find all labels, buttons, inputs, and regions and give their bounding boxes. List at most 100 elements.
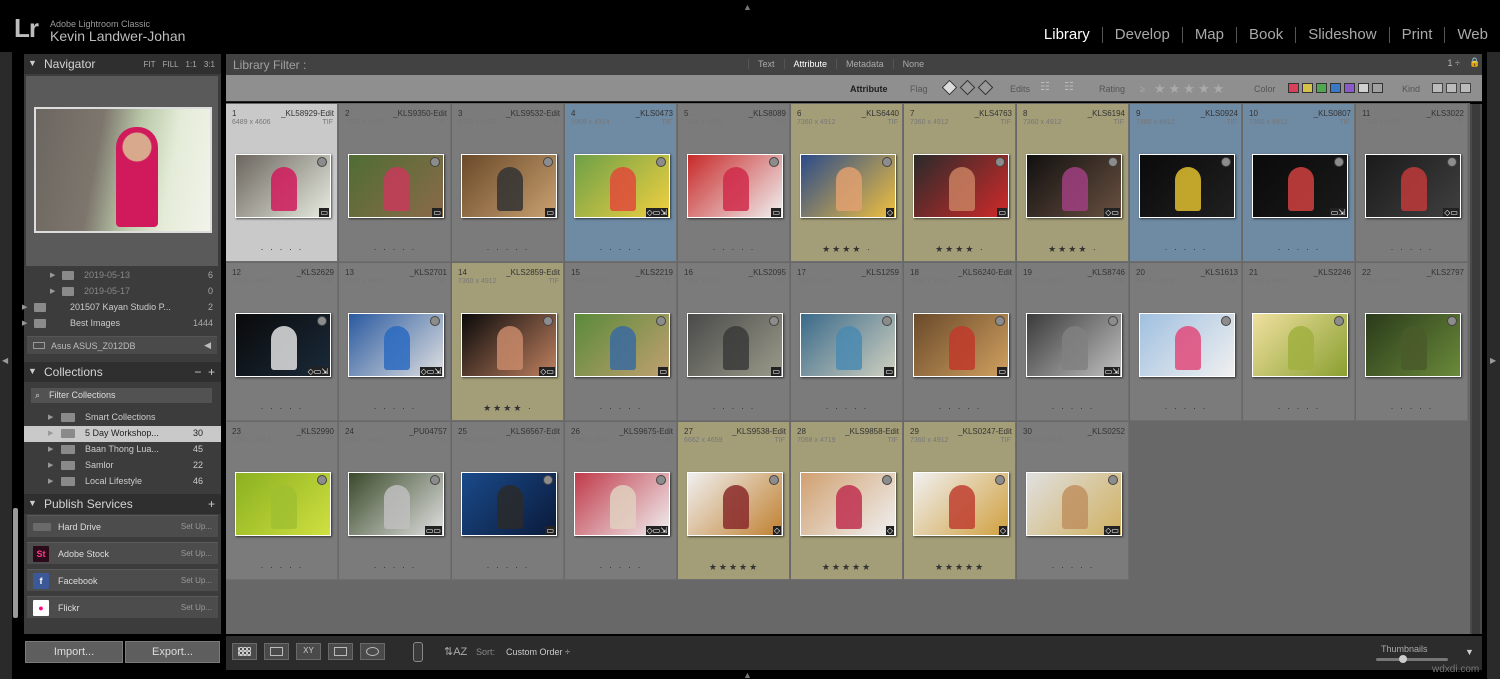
thumbnail-badges-icon[interactable]: ◇ xyxy=(773,526,781,535)
grid-cell[interactable]: 15_KLS22197360 x 4912TIF▭· · · · · xyxy=(565,263,677,421)
quick-collection-dot-icon[interactable] xyxy=(430,157,440,167)
grid-cell[interactable]: 27_KLS9538-Edit6662 x 4659TIF◇★★★★★ xyxy=(678,422,790,580)
thumbnail-badges-icon[interactable]: ▭⇲ xyxy=(1330,208,1346,217)
collection-row[interactable]: ▶Smart Collections xyxy=(24,410,221,426)
collection-row[interactable]: ▶Samlor22 xyxy=(24,458,221,474)
quick-collection-dot-icon[interactable] xyxy=(995,475,1005,485)
sort-direction-icon[interactable]: ⇅AZ xyxy=(444,645,467,658)
left-panel-edge[interactable]: ◀ xyxy=(0,52,12,679)
quick-collection-dot-icon[interactable] xyxy=(430,475,440,485)
publish-services-header[interactable]: ▼ Publish Services + xyxy=(24,494,221,514)
quick-collection-dot-icon[interactable] xyxy=(1221,316,1231,326)
quick-collection-dot-icon[interactable] xyxy=(1447,157,1457,167)
folder-row[interactable]: ▶2019-05-136 xyxy=(24,268,221,284)
disclosure-triangle-icon[interactable]: ▶ xyxy=(22,303,27,311)
disclosure-triangle-icon[interactable]: ▶ xyxy=(48,413,53,421)
rating-stars-filter[interactable]: ★★★★★ xyxy=(1154,81,1227,97)
collapse-triangle-icon[interactable]: ▼ xyxy=(28,58,37,68)
module-web[interactable]: Web xyxy=(1445,26,1500,43)
thumbnail-badges-icon[interactable]: ▭ xyxy=(771,367,781,376)
quick-collection-dot-icon[interactable] xyxy=(1108,316,1118,326)
star-rating[interactable]: · · · · · xyxy=(226,403,338,413)
grid-cell[interactable]: 3_KLS9532-Edit6030 x 4539TIF▭· · · · · xyxy=(452,104,564,262)
star-rating[interactable]: · · · · · xyxy=(565,562,677,572)
collection-row[interactable]: ▶Baan Thong Lua...45 xyxy=(24,442,221,458)
right-panel-toggle-icon[interactable]: ▶ xyxy=(1490,356,1496,365)
grid-cell[interactable]: 4_KLS04735909 x 4314TIF◇▭⇲· · · · · xyxy=(565,104,677,262)
publish-service-flickr[interactable]: ●FlickrSet Up... xyxy=(27,596,218,618)
quick-collection-dot-icon[interactable] xyxy=(995,157,1005,167)
grid-cell[interactable]: 8_KLS61947360 x 4912TIF◇▭★★★★ · xyxy=(1017,104,1129,262)
grid-cell[interactable]: 10_KLS08077360 x 4912TIF▭⇲· · · · · xyxy=(1243,104,1355,262)
filmstrip-toggle-icon[interactable]: ▲ xyxy=(743,670,752,679)
folder-row[interactable]: ▶Best Images1444 xyxy=(24,316,221,332)
thumbnail-badges-icon[interactable]: ◇▭ xyxy=(1104,208,1120,217)
kind-video-icon[interactable] xyxy=(1460,83,1471,93)
color-swatch[interactable] xyxy=(1372,83,1383,93)
thumbnail-badges-icon[interactable]: ▭ xyxy=(319,208,329,217)
star-rating[interactable]: · · · · · xyxy=(452,562,564,572)
quick-collection-dot-icon[interactable] xyxy=(543,316,553,326)
quick-collection-dot-icon[interactable] xyxy=(769,475,779,485)
quick-collection-dot-icon[interactable] xyxy=(656,475,666,485)
grid-cell[interactable]: 25_KLS6567-Edit7360 x 4912TIF▭· · · · · xyxy=(452,422,564,580)
filter-preset-menu[interactable]: 1 ÷ xyxy=(1448,58,1460,68)
export-button[interactable]: Export... xyxy=(125,641,220,663)
publish-setup-link[interactable]: Set Up... xyxy=(181,576,212,585)
quick-collection-dot-icon[interactable] xyxy=(656,316,666,326)
grid-cell[interactable]: 26_KLS9675-Edit7360 x 4912TIF◇▭⇲· · · · … xyxy=(565,422,677,580)
grid-cell[interactable]: 17_KLS12597360 x 4912TIF▭· · · · · xyxy=(791,263,903,421)
publish-setup-link[interactable]: Set Up... xyxy=(181,549,212,558)
publish-setup-link[interactable]: Set Up... xyxy=(181,522,212,531)
collections-add-remove-icon[interactable]: − + xyxy=(194,365,215,379)
star-rating[interactable]: · · · · · xyxy=(226,244,338,254)
module-book[interactable]: Book xyxy=(1237,26,1295,43)
quick-collection-dot-icon[interactable] xyxy=(1221,157,1231,167)
thumbnail-size-slider-knob[interactable] xyxy=(1399,655,1407,663)
star-rating[interactable]: · · · · · xyxy=(1356,244,1468,254)
quick-collection-dot-icon[interactable] xyxy=(430,316,440,326)
quick-collection-dot-icon[interactable] xyxy=(769,157,779,167)
disclosure-triangle-icon[interactable]: ▶ xyxy=(50,287,55,295)
grid-cell[interactable]: 24_PU047577360 x 4912TIF▭▭· · · · · xyxy=(339,422,451,580)
volume-row[interactable]: Asus ASUS_Z012DB ◀ xyxy=(27,336,217,354)
disclosure-triangle-icon[interactable]: ▶ xyxy=(48,445,53,453)
quick-collection-dot-icon[interactable] xyxy=(882,475,892,485)
star-rating[interactable]: · · · · · xyxy=(678,403,790,413)
star-rating[interactable]: · · · · · xyxy=(226,562,338,572)
grid-cell[interactable]: 1_KL58929-Edit6489 x 4606TIF▭· · · · · xyxy=(226,104,338,262)
star-rating[interactable]: · · · · · xyxy=(339,403,451,413)
grid-view-button[interactable] xyxy=(232,643,257,660)
quick-collection-dot-icon[interactable] xyxy=(1334,316,1344,326)
color-swatch[interactable] xyxy=(1316,83,1327,93)
people-view-button[interactable] xyxy=(360,643,385,660)
navigator-header[interactable]: ▼ Navigator FIT FILL 1:1 3:1 xyxy=(24,54,221,74)
rating-operator[interactable]: ≥ xyxy=(1140,84,1145,94)
publish-service-facebook[interactable]: fFacebookSet Up... xyxy=(27,569,218,591)
thumbnail-badges-icon[interactable]: ◇▭⇲ xyxy=(646,526,668,535)
star-rating[interactable]: ★★★★ · xyxy=(791,244,903,255)
compare-view-button[interactable]: XY xyxy=(296,643,321,660)
thumbnail-size-slider[interactable] xyxy=(1376,658,1448,661)
import-button[interactable]: Import... xyxy=(25,641,123,663)
color-swatch[interactable] xyxy=(1344,83,1355,93)
collapse-triangle-icon[interactable]: ▼ xyxy=(28,498,37,508)
grid-cell[interactable]: 23_KLS29907360 x 4912TIF· · · · · xyxy=(226,422,338,580)
lock-icon[interactable]: 🔒 xyxy=(1469,57,1478,69)
toolbar-menu-icon[interactable]: ▼ xyxy=(1465,647,1474,657)
grid-cell[interactable]: 18_KLS6240-Edit6054 x 4536TIF▭· · · · · xyxy=(904,263,1016,421)
add-publish-service-icon[interactable]: + xyxy=(208,497,215,511)
grid-cell[interactable]: 28_KLS9858-Edit7068 x 4719TIF◇★★★★★ xyxy=(791,422,903,580)
grid-cell[interactable]: 11_KLS30227360 x 4912TIF◇▭· · · · · xyxy=(1356,104,1468,262)
collection-row[interactable]: ▶5 Day Workshop...30 xyxy=(24,426,221,442)
quick-collection-dot-icon[interactable] xyxy=(995,316,1005,326)
collection-row[interactable]: ▶Local Lifestyle46 xyxy=(24,474,221,490)
quick-collection-dot-icon[interactable] xyxy=(317,475,327,485)
thumbnail-badges-icon[interactable]: ▭ xyxy=(997,367,1007,376)
quick-collection-dot-icon[interactable] xyxy=(769,316,779,326)
navigator-zoom-options[interactable]: FIT FILL 1:1 3:1 xyxy=(144,60,215,69)
grid-cell[interactable]: 9_KLS09247360 x 4912TIF· · · · · xyxy=(1130,104,1242,262)
module-library[interactable]: Library xyxy=(1032,26,1102,43)
loupe-view-button[interactable] xyxy=(264,643,289,660)
thumbnail-badges-icon[interactable]: ▭ xyxy=(884,367,894,376)
